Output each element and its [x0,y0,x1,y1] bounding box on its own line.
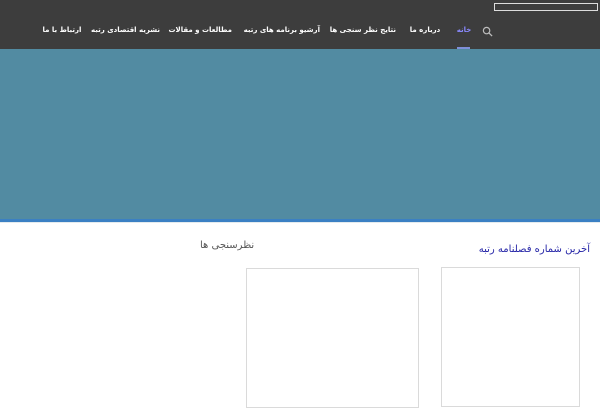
latest-magazine-title[interactable]: آخرین شماره فصلنامه رتبه [468,244,590,258]
polls-section-title: نظرسنجی ها [200,240,255,251]
nav-program-archive[interactable]: آرشیو برنامه های رتبه [244,24,320,36]
nav-studies-articles[interactable]: مطالعات و مقالات [169,24,233,36]
top-navigation-bar: خانه درباره ما نتایج نظر سنجی ها آرشیو ب… [0,0,600,49]
polls-widget [246,268,419,408]
search-input[interactable] [494,3,598,11]
hero-banner [0,49,600,219]
nav-contact-us[interactable]: ارتباط با ما [42,24,82,36]
nav-economic-magazine[interactable]: نشریه اقتصادی رتبه [91,24,160,36]
search-icon[interactable] [482,26,493,37]
magazine-widget [441,267,580,407]
hero-divider [0,222,600,223]
nav-home[interactable]: خانه [455,24,473,36]
nav-poll-results[interactable]: نتایج نظر سنجی ها [330,24,396,36]
nav-about-us[interactable]: درباره ما [409,24,441,36]
